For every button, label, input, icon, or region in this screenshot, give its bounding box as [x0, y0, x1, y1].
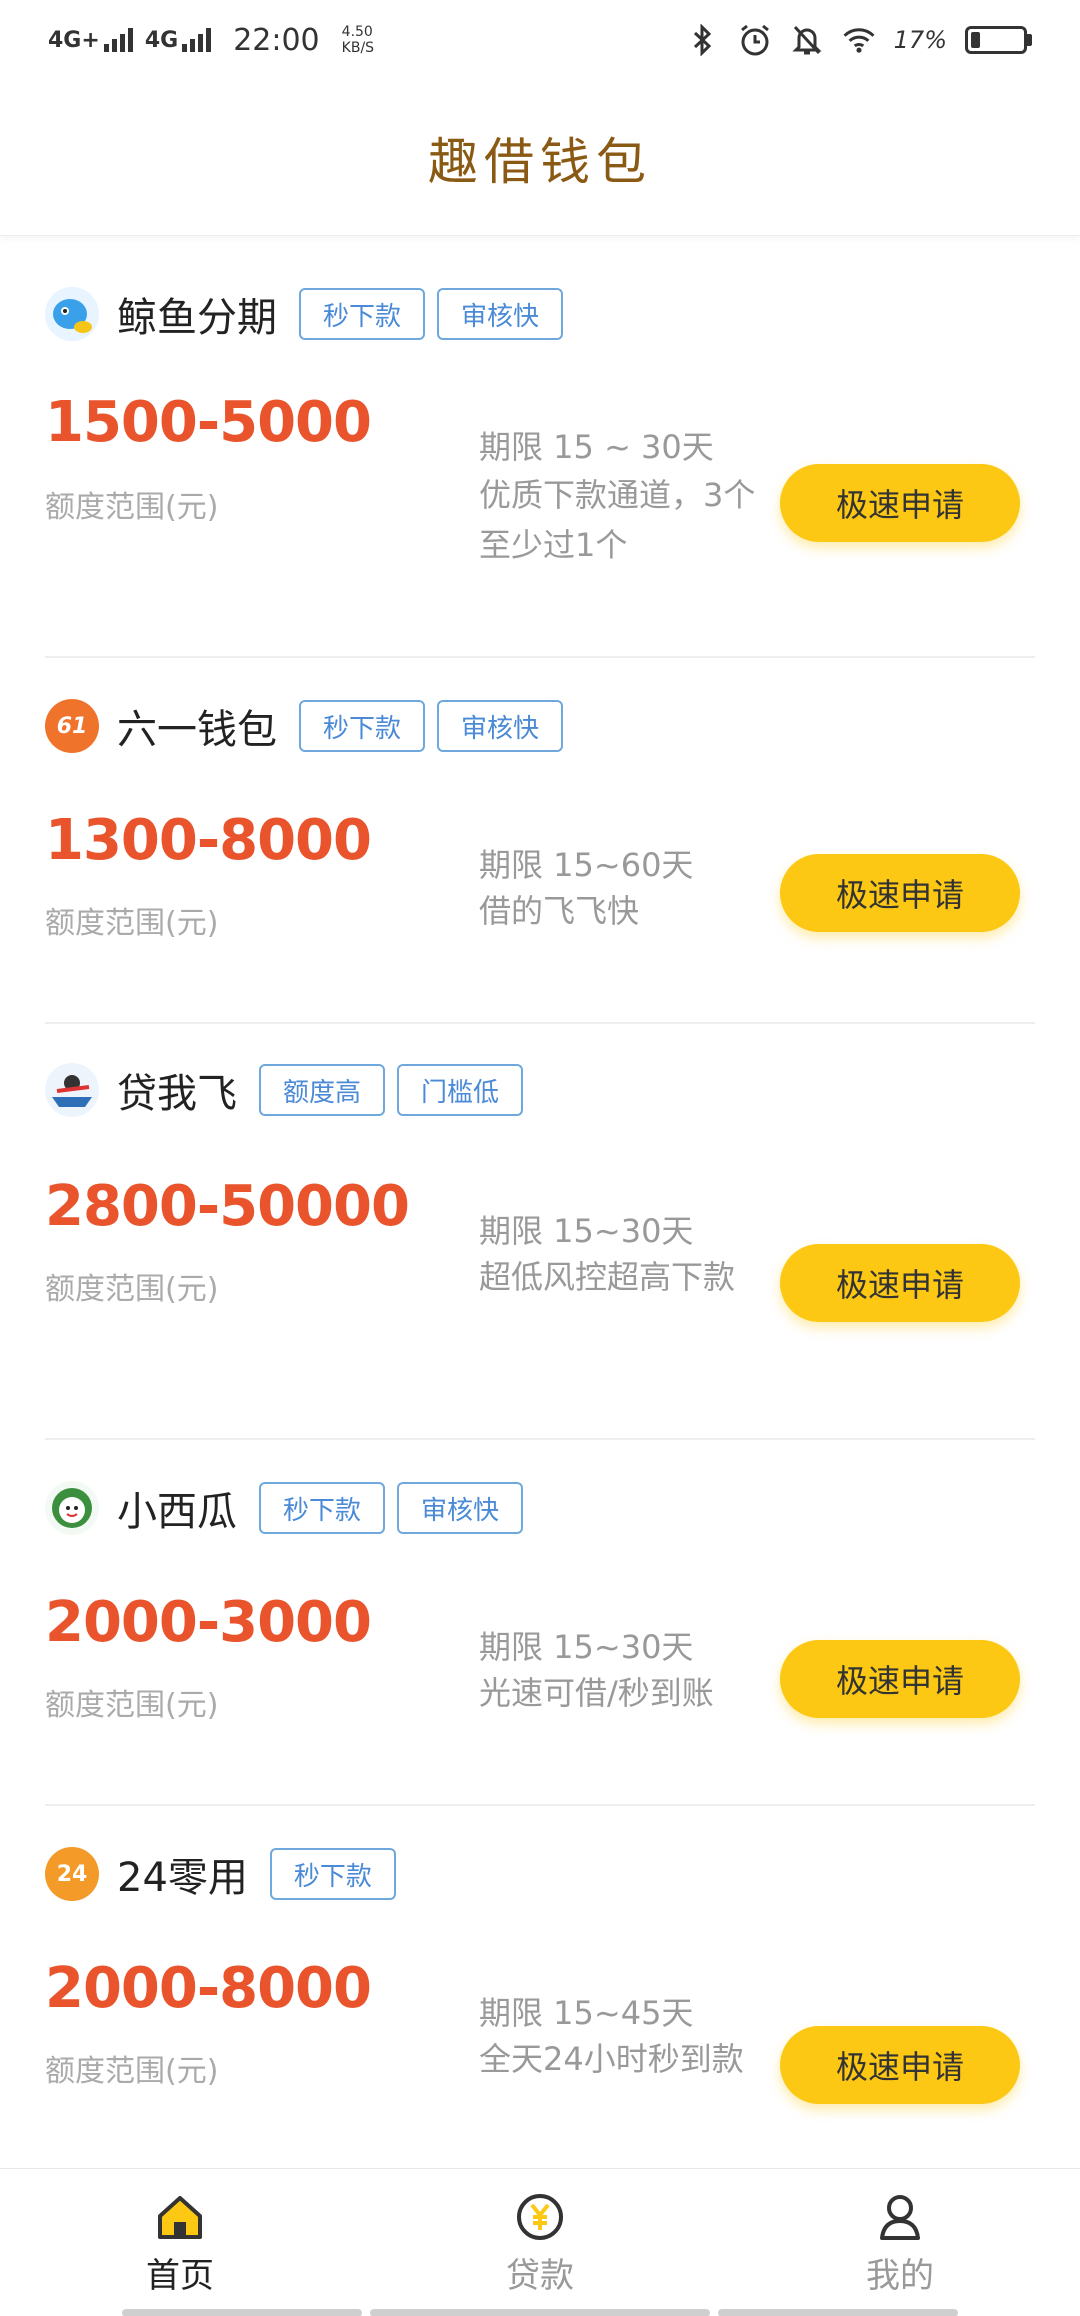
nav-label: 贷款 — [506, 2256, 574, 2296]
loan-range-label: 额度范围(元) — [45, 906, 219, 941]
network-type-label: 4G — [144, 28, 179, 53]
apply-button[interactable]: 极速申请 — [780, 2026, 1020, 2104]
loan-range-label: 额度范围(元) — [45, 2054, 219, 2089]
nav-label: 首页 — [146, 2256, 214, 2296]
battery-percent: 17% — [893, 26, 947, 54]
nav-label: 我的 — [866, 2256, 934, 2296]
product-description: 超低风控超高下款 — [479, 1258, 736, 1296]
watermelon-logo-icon — [45, 1481, 99, 1535]
product-tag: 秒下款 — [259, 1482, 386, 1534]
nav-tab-loans[interactable]: 贷款 — [360, 2169, 720, 2316]
product-title-row: 小西瓜 秒下款 审核快 — [45, 1478, 535, 1538]
product-tag: 审核快 — [397, 1482, 524, 1534]
nav-tab-home[interactable]: 首页 — [0, 2169, 360, 2316]
product-name: 六一钱包 — [117, 707, 277, 753]
product-tag: 门槛低 — [397, 1064, 524, 1116]
apply-button[interactable]: 极速申请 — [780, 854, 1020, 932]
product-card[interactable]: 鲸鱼分期 秒下款 审核快 1500-5000 额度范围(元) 期限 15 ~ 3… — [45, 236, 1035, 658]
status-bar: 4G+ 4G 22:00 4.50 KB/S 17% — [0, 0, 1080, 80]
product-description: 借的飞飞快 — [479, 892, 640, 930]
apply-button[interactable]: 极速申请 — [780, 1640, 1020, 1718]
product-card[interactable]: 贷我飞 额度高 门槛低 2800-50000 额度范围(元) 期限 15~30天… — [45, 1024, 1035, 1440]
product-title-row: 61 六一钱包 秒下款 审核快 — [45, 696, 575, 756]
loan-range-label: 额度范围(元) — [45, 490, 219, 525]
product-card[interactable]: 24 24零用 秒下款 2000-8000 额度范围(元) 期限 15~45天 … — [45, 1806, 1035, 2168]
product-tag: 审核快 — [437, 700, 564, 752]
bluetooth-icon — [686, 23, 720, 57]
page-title: 趣借钱包 — [428, 132, 652, 191]
signal-bars-icon — [182, 28, 212, 52]
nav-indicator-bar — [122, 2309, 362, 2316]
product-card[interactable]: 小西瓜 秒下款 审核快 2000-3000 额度范围(元) 期限 15~30天 … — [45, 1440, 1035, 1806]
product-description: 优质下款通道，3个至少过1个 — [479, 476, 756, 564]
loan-term: 期限 15~30天 — [479, 1212, 694, 1250]
yuan-coin-icon — [515, 2192, 565, 2242]
speed-value: 4.50 — [341, 24, 373, 40]
product-tag: 秒下款 — [299, 700, 426, 752]
loan-range: 2000-8000 — [45, 1956, 372, 2021]
product-title-row: 贷我飞 额度高 门槛低 — [45, 1060, 535, 1120]
apply-button[interactable]: 极速申请 — [780, 1244, 1020, 1322]
loan-term: 期限 15~60天 — [479, 846, 694, 884]
product-title-row: 24 24零用 秒下款 — [45, 1844, 408, 1904]
product-name: 小西瓜 — [117, 1489, 237, 1535]
product-tag: 额度高 — [259, 1064, 386, 1116]
wifi-icon — [842, 23, 876, 57]
liuyi-logo-icon: 61 — [45, 699, 99, 753]
loan-range: 2000-3000 — [45, 1590, 372, 1655]
clock: 22:00 — [233, 22, 320, 58]
loan-range: 1500-5000 — [45, 390, 372, 455]
alarm-icon — [738, 23, 772, 57]
speed-unit: KB/S — [341, 40, 375, 56]
network-indicator-2: 4G — [144, 28, 212, 53]
loan-range-label: 额度范围(元) — [45, 1272, 219, 1307]
signal-bars-icon — [103, 28, 133, 52]
bottom-navigation: 首页 贷款 我的 — [0, 2168, 1080, 2316]
product-name: 24零用 — [117, 1855, 248, 1901]
network-indicator-1: 4G+ — [48, 28, 133, 52]
product-name: 鲸鱼分期 — [117, 295, 277, 341]
product-name: 贷我飞 — [117, 1071, 237, 1117]
nav-indicator-bar — [718, 2309, 958, 2316]
nav-tab-me[interactable]: 我的 — [720, 2169, 1080, 2316]
loan-range-label: 额度范围(元) — [45, 1688, 219, 1723]
network-speed: 4.50 KB/S — [342, 24, 374, 56]
status-right: 17% — [686, 23, 1032, 57]
daiwofei-logo-icon — [45, 1063, 99, 1117]
status-left: 4G+ 4G 22:00 4.50 KB/S — [48, 23, 374, 58]
loan-range: 1300-8000 — [45, 808, 372, 873]
home-icon — [155, 2192, 205, 2242]
user-icon — [875, 2192, 925, 2242]
loan-range: 2800-50000 — [45, 1174, 410, 1239]
product-tag: 审核快 — [437, 288, 564, 340]
battery-icon — [965, 26, 1032, 54]
product-card[interactable]: 61 六一钱包 秒下款 审核快 1300-8000 额度范围(元) 期限 15~… — [45, 658, 1035, 1024]
apply-button[interactable]: 极速申请 — [780, 464, 1020, 542]
network-type-label: 4G+ — [48, 28, 100, 53]
loan-term: 期限 15 ~ 30天 — [479, 428, 714, 466]
product-description: 全天24小时秒到款 — [479, 2040, 744, 2078]
loan-term: 期限 15~45天 — [479, 1994, 694, 2032]
mute-bell-icon — [790, 23, 824, 57]
product-tag: 秒下款 — [299, 288, 426, 340]
app-header: 趣借钱包 — [0, 80, 1080, 236]
product-description: 光速可借/秒到账 — [479, 1674, 714, 1712]
nav-indicator-bar — [370, 2309, 710, 2316]
loan-term: 期限 15~30天 — [479, 1628, 694, 1666]
product-tag: 秒下款 — [269, 1848, 396, 1900]
lingyong-logo-icon: 24 — [45, 1847, 99, 1901]
whale-logo-icon — [45, 287, 99, 341]
product-title-row: 鲸鱼分期 秒下款 审核快 — [45, 284, 575, 344]
